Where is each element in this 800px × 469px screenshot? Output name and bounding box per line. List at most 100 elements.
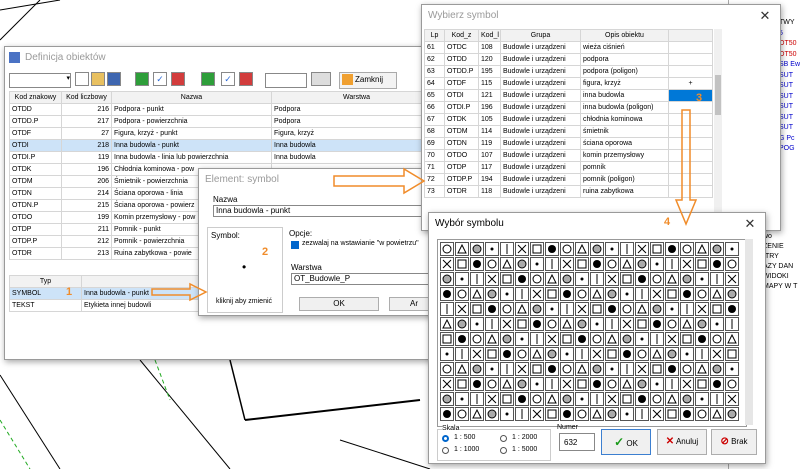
symbol-cell[interactable] (515, 242, 529, 256)
cancel-button[interactable]: ✕ Anuluj (657, 429, 707, 455)
symbol-cell[interactable] (485, 347, 499, 361)
symbol-cell[interactable] (500, 317, 514, 331)
col-header[interactable]: Opis obiektu (580, 29, 669, 42)
symbol-cell[interactable] (725, 272, 739, 286)
symbol-cell[interactable] (500, 287, 514, 301)
symbol-cell[interactable] (680, 287, 694, 301)
symbol-cell[interactable] (650, 332, 664, 346)
layer-select[interactable]: OT_Budowle_P (291, 273, 431, 285)
symbol-cell[interactable] (485, 272, 499, 286)
symbol-cell[interactable] (635, 242, 649, 256)
symbol-cell[interactable] (635, 332, 649, 346)
save-icon[interactable] (107, 72, 121, 86)
table-row[interactable]: OTDI 218 Inna budowla - punkt Inna budowla (9, 139, 442, 152)
scale-radio-1000[interactable] (442, 447, 449, 454)
symbol-cell[interactable] (635, 392, 649, 406)
symbol-cell[interactable] (575, 377, 589, 391)
symbol-cell[interactable] (725, 317, 739, 331)
symbol-cell[interactable] (635, 407, 649, 421)
symbol-cell[interactable] (605, 317, 619, 331)
symbol-cell[interactable] (440, 257, 454, 271)
symbol-cell[interactable] (560, 332, 574, 346)
symbol-cell[interactable] (590, 347, 604, 361)
symbol-cell[interactable] (590, 272, 604, 286)
symbol-cell[interactable] (440, 302, 454, 316)
symbol-cell[interactable] (650, 362, 664, 376)
symbol-cell[interactable] (650, 272, 664, 286)
symbol-cell[interactable] (605, 407, 619, 421)
symbol-cell[interactable] (530, 302, 544, 316)
symbol-cell[interactable] (470, 272, 484, 286)
symbol-cell[interactable] (515, 347, 529, 361)
symbol-cell[interactable] (695, 392, 709, 406)
symbol-cell[interactable] (515, 377, 529, 391)
table-row[interactable]: OTDI.P 119 Inna budowla - linia lub powier… (9, 151, 442, 164)
symbol-cell[interactable] (605, 302, 619, 316)
symbol-cell[interactable] (470, 257, 484, 271)
remove-sub-icon[interactable] (239, 72, 253, 86)
col-header[interactable] (668, 29, 713, 42)
wybor-title-bar[interactable]: Wybór symbolu (429, 213, 765, 235)
symbol-cell[interactable] (575, 242, 589, 256)
symbol-cell[interactable] (500, 362, 514, 376)
symbol-cell[interactable] (635, 317, 649, 331)
symbol-cell[interactable] (680, 377, 694, 391)
symbol-cell[interactable] (560, 242, 574, 256)
symbol-cell[interactable] (635, 377, 649, 391)
symbol-cell[interactable] (455, 257, 469, 271)
symbol-cell[interactable] (695, 272, 709, 286)
symbol-cell[interactable] (560, 362, 574, 376)
symbol-cell[interactable] (500, 242, 514, 256)
symbol-cell[interactable] (515, 362, 529, 376)
symbol-cell[interactable] (695, 257, 709, 271)
symbol-cell[interactable] (485, 377, 499, 391)
symbol-cell[interactable] (500, 332, 514, 346)
symbol-cell[interactable] (500, 302, 514, 316)
symbol-cell[interactable] (485, 392, 499, 406)
symbol-cell[interactable] (560, 287, 574, 301)
symbol-cell[interactable] (635, 287, 649, 301)
symbol-cell[interactable] (695, 362, 709, 376)
symbol-cell[interactable] (560, 407, 574, 421)
symbol-cell[interactable] (530, 407, 544, 421)
symbol-cell[interactable] (680, 332, 694, 346)
symbol-cell[interactable] (500, 257, 514, 271)
symbol-cell[interactable] (635, 257, 649, 271)
symbol-cell[interactable] (680, 407, 694, 421)
symbol-cell[interactable] (665, 242, 679, 256)
symbol-cell[interactable] (725, 242, 739, 256)
symbol-cell[interactable] (650, 392, 664, 406)
symbol-cell[interactable] (545, 302, 559, 316)
symbol-cell[interactable] (560, 302, 574, 316)
symbol-cell[interactable] (650, 257, 664, 271)
symbol-cell[interactable] (605, 362, 619, 376)
symbol-cell[interactable] (455, 242, 469, 256)
symbol-cell[interactable] (470, 242, 484, 256)
col-header[interactable]: Nazwa (111, 91, 272, 104)
symbol-cell[interactable] (500, 377, 514, 391)
layer-combobox[interactable]: ▾ (9, 73, 71, 88)
symbol-cell[interactable] (485, 302, 499, 316)
symbol-cell[interactable] (560, 347, 574, 361)
symbol-cell[interactable] (710, 317, 724, 331)
col-header[interactable]: Kod_z (444, 29, 479, 42)
symbol-cell[interactable] (665, 347, 679, 361)
table-row[interactable]: 73 OTDR 118 Budowle i urządzeni ruina zabytk… (424, 185, 713, 198)
symbol-cell[interactable] (695, 317, 709, 331)
symbol-cell[interactable] (590, 242, 604, 256)
symbol-cell[interactable] (470, 302, 484, 316)
symbol-cell[interactable] (485, 287, 499, 301)
definicja-title-bar[interactable]: Definicja obiektów (5, 47, 445, 69)
scale-radio-5000[interactable] (500, 447, 507, 454)
symbol-cell[interactable] (530, 347, 544, 361)
check-sub-icon[interactable]: ✓ (221, 72, 235, 86)
symbol-cell[interactable] (605, 242, 619, 256)
symbol-cell[interactable] (545, 287, 559, 301)
ok-button[interactable]: ✓ OK (601, 429, 651, 455)
symbol-cell[interactable] (485, 332, 499, 346)
symbol-cell[interactable] (485, 362, 499, 376)
symbol-cell[interactable] (545, 377, 559, 391)
symbol-cell[interactable] (485, 242, 499, 256)
symbol-cell[interactable] (470, 377, 484, 391)
close-icon[interactable]: ✕ (756, 5, 774, 27)
